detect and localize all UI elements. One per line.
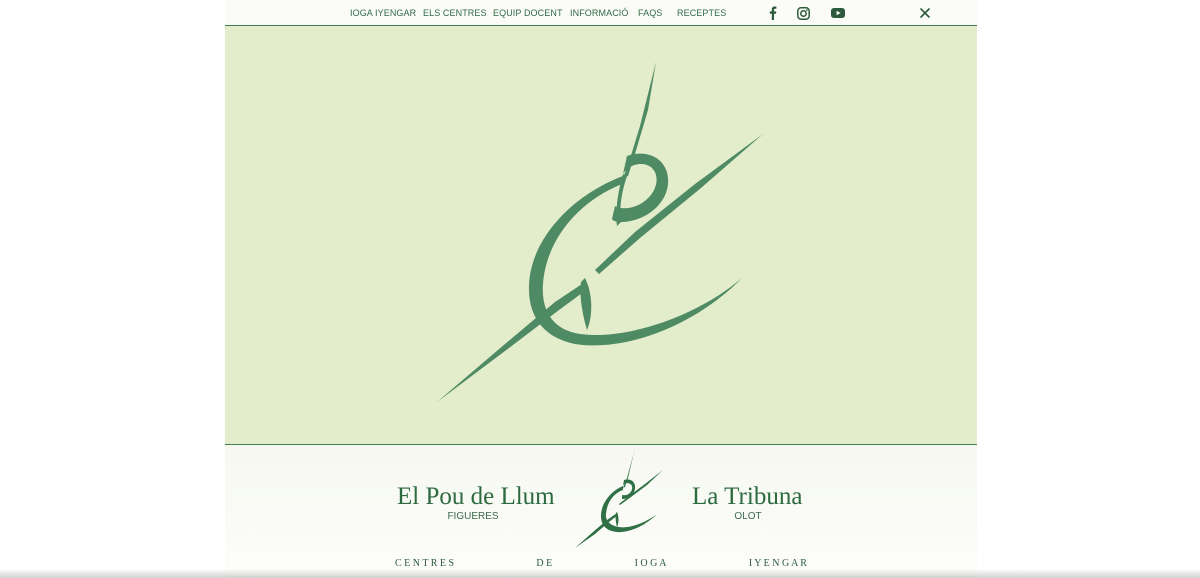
center-city-olot: OLOT — [734, 511, 762, 522]
tagline: C E N T R E S D E I O G A I Y E N G A R — [395, 558, 807, 569]
nav-item-informacio[interactable]: INFORMACIÓ — [570, 8, 629, 18]
instagram-icon[interactable] — [796, 5, 810, 21]
iyengar-figure-small-logo — [575, 448, 663, 548]
tagline-word: C E N T R E S — [395, 558, 455, 569]
nav-item-equip-docent[interactable]: EQUIP DOCENT — [493, 8, 563, 18]
iyengar-figure-logo — [437, 38, 763, 402]
nav-item-ioga-iyengar[interactable]: IOGA IYENGAR — [350, 8, 416, 18]
footer: El Pou de Llum FIGUERES La Tribuna OLOT … — [225, 446, 977, 578]
youtube-icon[interactable] — [830, 5, 846, 21]
center-name-el-pou-de-llum[interactable]: El Pou de Llum — [397, 483, 555, 511]
nav-item-els-centres[interactable]: ELS CENTRES — [423, 8, 487, 18]
main-menu: IOGA IYENGAR ELS CENTRES EQUIP DOCENT IN… — [225, 0, 977, 25]
tagline-word: I Y E N G A R — [748, 558, 807, 569]
bottom-shadow — [0, 569, 1200, 578]
close-button[interactable] — [917, 5, 933, 21]
tagline-word: I O G A — [634, 558, 667, 569]
page: IOGA IYENGAR ELS CENTRES EQUIP DOCENT IN… — [225, 0, 977, 578]
center-name-la-tribuna[interactable]: La Tribuna — [692, 483, 802, 511]
close-icon — [920, 8, 930, 18]
tagline-word: D E — [536, 558, 553, 569]
nav-item-receptes[interactable]: RECEPTES — [677, 8, 726, 18]
nav-item-faqs[interactable]: FAQS — [638, 8, 662, 18]
facebook-icon[interactable] — [765, 5, 779, 21]
hero-banner — [225, 26, 977, 445]
center-city-figueres: FIGUERES — [447, 511, 499, 522]
top-nav: IOGA IYENGAR ELS CENTRES EQUIP DOCENT IN… — [225, 0, 977, 26]
